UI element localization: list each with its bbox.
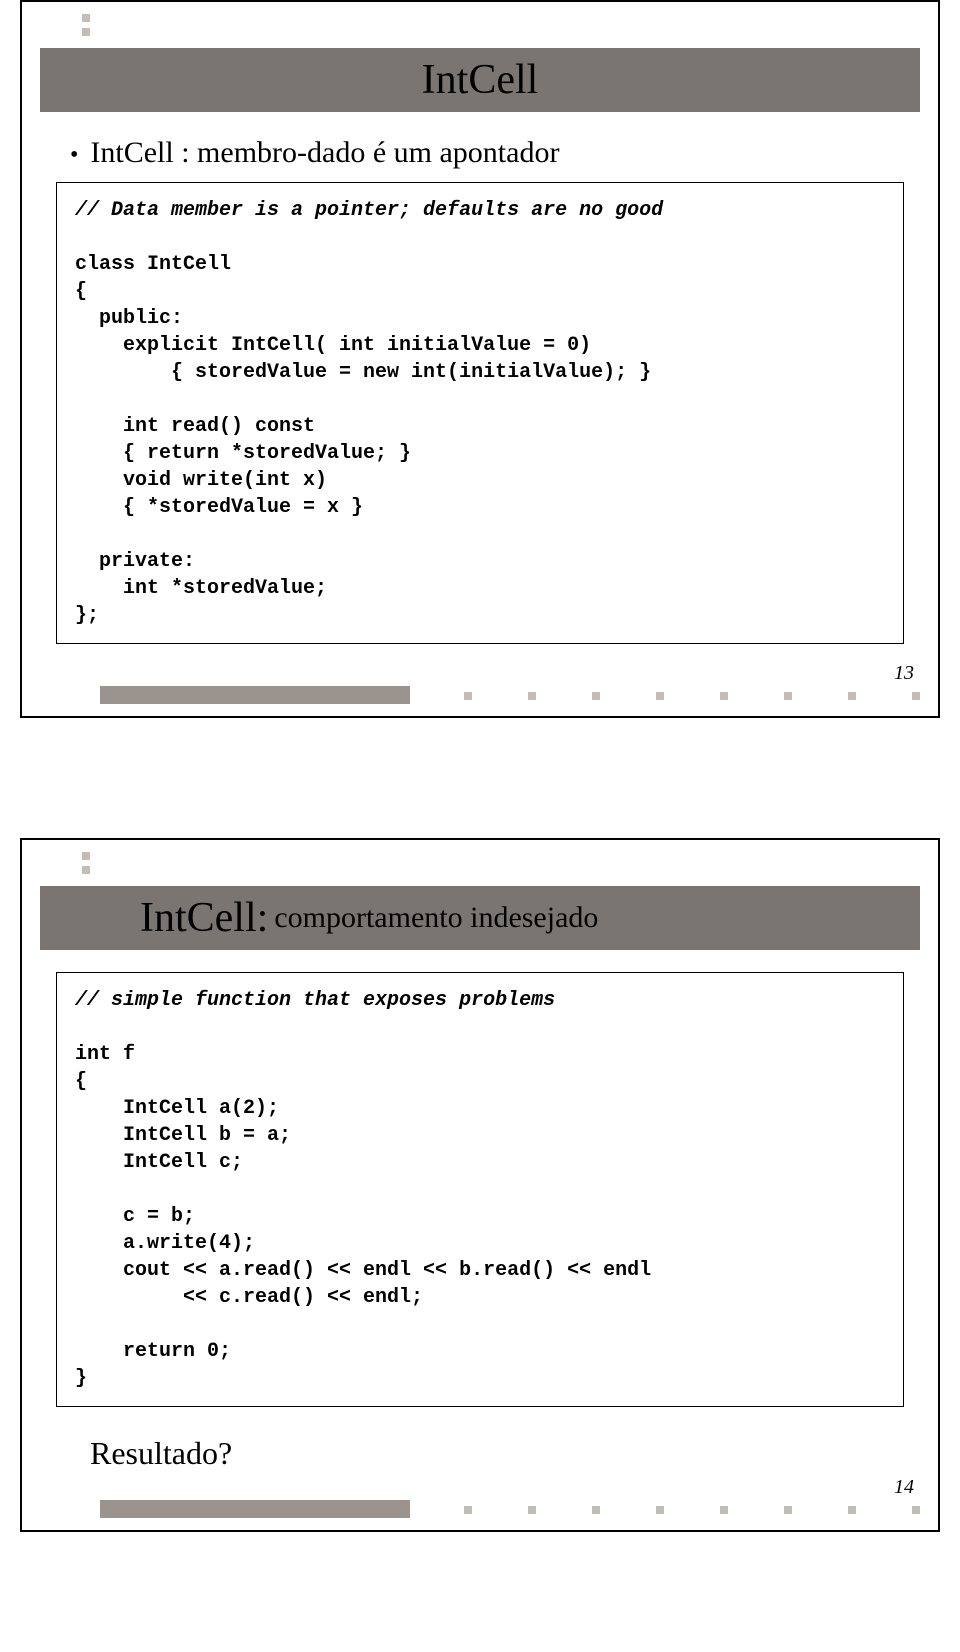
slide-title-main: IntCell: xyxy=(140,894,268,942)
bullet-text: IntCell : membro-dado é um apontador xyxy=(90,136,559,170)
code-comment: // Data member is a pointer; defaults ar… xyxy=(75,199,663,222)
result-label: Resultado? xyxy=(90,1435,920,1472)
slide-title-sub: comportamento indesejado xyxy=(274,901,598,935)
bullet-line: • IntCell : membro-dado é um apontador xyxy=(70,136,920,170)
decor-dots xyxy=(82,852,90,880)
footer: 14 xyxy=(40,1498,920,1518)
code-comment: // simple function that exposes problems xyxy=(75,989,555,1012)
footer: 13 xyxy=(40,684,920,704)
title-bar: IntCell xyxy=(40,48,920,112)
page-number: 14 xyxy=(894,1476,914,1499)
code-box: // Data member is a pointer; defaults ar… xyxy=(56,182,904,644)
slide-title: IntCell xyxy=(422,56,539,104)
slide-2: IntCell: comportamento indesejado // sim… xyxy=(20,838,940,1532)
footer-dots xyxy=(464,692,920,700)
footer-dots xyxy=(464,1506,920,1514)
bullet-icon: • xyxy=(70,142,78,169)
slide-1: IntCell • IntCell : membro-dado é um apo… xyxy=(20,0,940,718)
footer-accent xyxy=(100,686,410,704)
footer-accent xyxy=(100,1500,410,1518)
page-number: 13 xyxy=(894,662,914,685)
decor-dots xyxy=(82,14,90,42)
code-box: // simple function that exposes problems… xyxy=(56,972,904,1407)
code-body: class IntCell { public: explicit IntCell… xyxy=(75,253,651,627)
title-bar: IntCell: comportamento indesejado xyxy=(40,886,920,950)
code-body: int f { IntCell a(2); IntCell b = a; Int… xyxy=(75,1043,651,1390)
